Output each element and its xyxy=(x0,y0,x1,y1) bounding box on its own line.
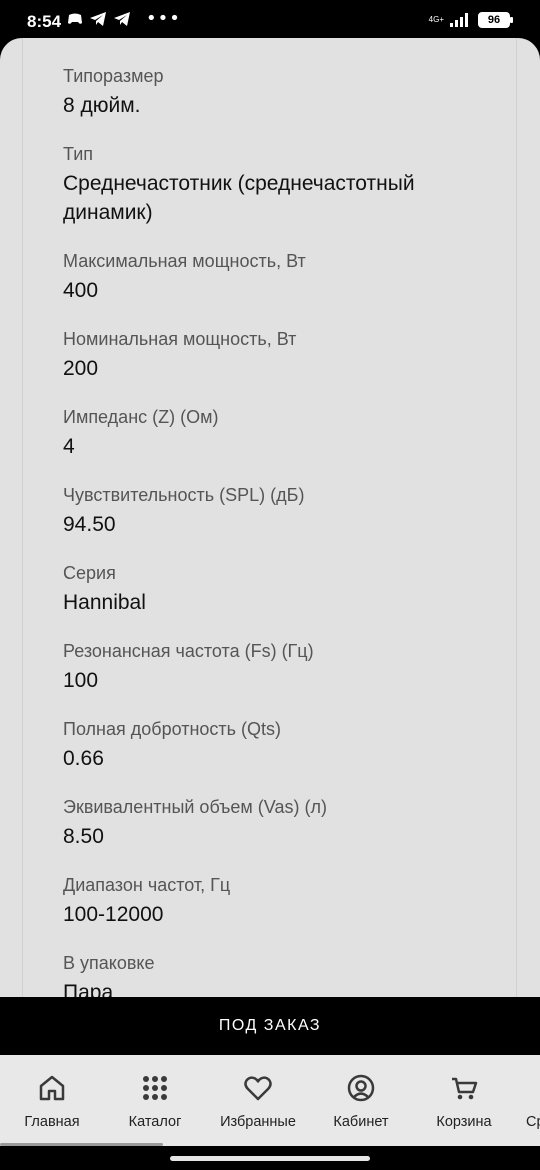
telegram-icon xyxy=(90,12,106,26)
divider xyxy=(22,38,23,997)
nav-label: Кабинет xyxy=(333,1114,389,1130)
heart-icon xyxy=(244,1076,272,1101)
spec-row: Максимальная мощность, Вт 400 xyxy=(63,249,493,305)
spec-row: Диапазон частот, Гц 100-12000 xyxy=(63,873,493,929)
spec-value: Пара xyxy=(63,981,114,997)
user-icon xyxy=(347,1074,375,1102)
spec-value: 4 xyxy=(63,435,75,458)
spec-label: Резонансная частота (Fs) (Гц) xyxy=(63,641,314,661)
nav-label: Каталог xyxy=(128,1114,182,1130)
spec-row: В упаковке Пара xyxy=(63,951,493,997)
cart-icon xyxy=(452,1077,478,1100)
home-gesture-handle[interactable] xyxy=(170,1156,370,1161)
status-bar: 8:54 ••• 4G+ 96 xyxy=(0,0,540,42)
spec-value: 8 дюйм. xyxy=(63,94,141,117)
nav-label: Главная xyxy=(24,1114,80,1130)
spec-value: 100-12000 xyxy=(63,903,164,926)
spec-value: Среднечастотник (среднечастотный динамик… xyxy=(63,172,415,224)
telegram-icon xyxy=(114,12,130,26)
spec-value: 0.66 xyxy=(63,747,104,770)
spec-value: 94.50 xyxy=(63,513,116,536)
spec-label: Эквивалентный объем (Vas) (л) xyxy=(63,797,327,817)
spec-row: Импеданс (Z) (Ом) 4 xyxy=(63,405,493,461)
battery-indicator: 96 xyxy=(478,12,513,28)
spec-row: Типоразмер 8 дюйм. xyxy=(63,64,493,120)
spec-row: Номинальная мощность, Вт 200 xyxy=(63,327,493,383)
spec-value: 8.50 xyxy=(63,825,104,848)
spec-label: В упаковке xyxy=(63,953,155,973)
signal-icon xyxy=(450,13,468,27)
game-controller-icon xyxy=(68,13,82,24)
spec-value: 200 xyxy=(63,357,99,380)
bottom-nav: Главная Каталог Избранные Кабинет Корзин… xyxy=(0,1055,540,1146)
spec-label: Импеданс (Z) (Ом) xyxy=(63,407,219,427)
network-type: 4G+ xyxy=(428,15,444,24)
spec-value: 100 xyxy=(63,669,99,692)
nav-item-account[interactable]: Кабинет xyxy=(309,1073,413,1130)
spec-label: Максимальная мощность, Вт xyxy=(63,251,306,271)
grid-icon xyxy=(143,1076,167,1100)
spec-row: Эквивалентный объем (Vas) (л) 8.50 xyxy=(63,795,493,851)
status-time: 8:54 xyxy=(27,12,62,31)
more-notifications-icon: ••• xyxy=(146,8,181,29)
gesture-area xyxy=(0,1146,540,1170)
notification-icons xyxy=(67,11,131,27)
spec-label: Чувствительность (SPL) (дБ) xyxy=(63,485,305,505)
spec-row: Тип Среднечастотник (среднечастотный дин… xyxy=(63,142,493,227)
specs-sheet[interactable]: Типоразмер 8 дюйм. Тип Среднечастотник (… xyxy=(0,38,540,997)
home-icon xyxy=(39,1075,65,1101)
order-button[interactable]: ПОД ЗАКАЗ xyxy=(0,997,540,1055)
divider xyxy=(516,38,517,997)
spec-label: Диапазон частот, Гц xyxy=(63,875,231,895)
spec-label: Тип xyxy=(63,144,94,164)
spec-list: Типоразмер 8 дюйм. Тип Среднечастотник (… xyxy=(63,64,493,997)
nav-item-home[interactable]: Главная xyxy=(0,1073,104,1130)
nav-label: Избранные xyxy=(220,1114,296,1130)
nav-label: Ср xyxy=(526,1114,540,1130)
spec-row: Полная добротность (Qts) 0.66 xyxy=(63,717,493,773)
spec-label: Серия xyxy=(63,563,116,583)
spec-row: Чувствительность (SPL) (дБ) 94.50 xyxy=(63,483,493,539)
nav-label: Корзина xyxy=(436,1114,492,1130)
spec-value: Hannibal xyxy=(63,591,146,614)
nav-item-catalog[interactable]: Каталог xyxy=(103,1073,207,1130)
nav-item-compare[interactable]: Ср xyxy=(490,1073,540,1130)
spec-label: Типоразмер xyxy=(63,66,164,86)
spec-value: 400 xyxy=(63,279,99,302)
spec-label: Полная добротность (Qts) xyxy=(63,719,282,739)
nav-item-favorites[interactable]: Избранные xyxy=(206,1073,310,1130)
spec-row: Серия Hannibal xyxy=(63,561,493,617)
spec-label: Номинальная мощность, Вт xyxy=(63,329,297,349)
status-right: 4G+ 96 xyxy=(428,12,513,28)
spec-row: Резонансная частота (Fs) (Гц) 100 xyxy=(63,639,493,695)
